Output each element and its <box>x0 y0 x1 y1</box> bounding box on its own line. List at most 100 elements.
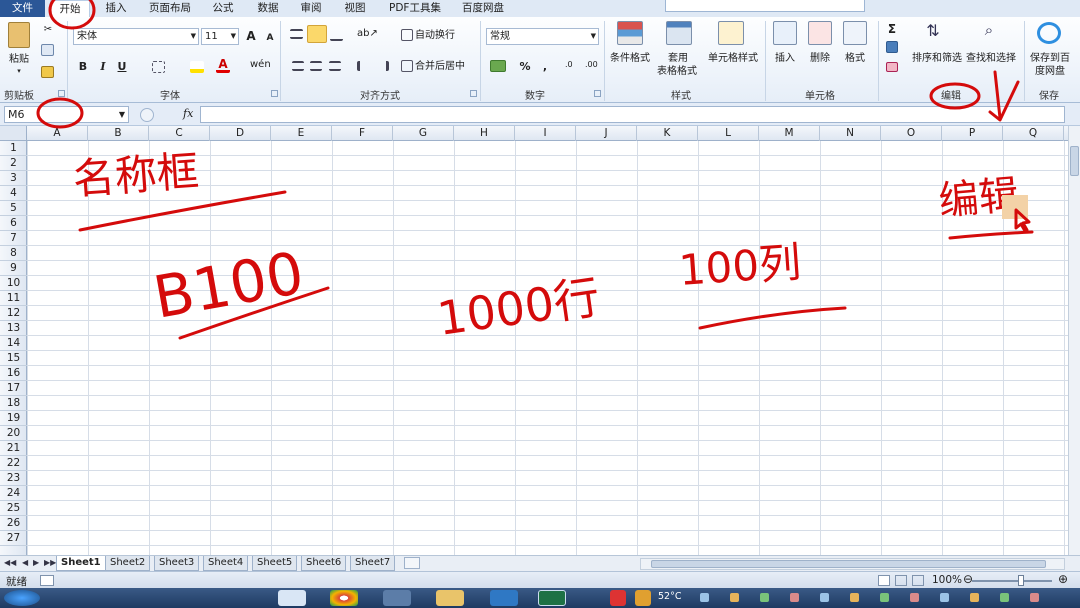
tray-icon[interactable] <box>880 593 889 602</box>
row-header[interactable]: 9 <box>0 261 27 276</box>
horizontal-scrollbar[interactable] <box>640 558 1065 570</box>
sheet-tab[interactable]: Sheet1 <box>56 556 106 571</box>
row-header[interactable]: 17 <box>0 381 27 396</box>
font-color-icon[interactable]: A <box>216 57 230 73</box>
cell-styles-button[interactable]: 单元格样式 <box>703 52 763 65</box>
wrap-text-icon[interactable] <box>401 29 413 41</box>
tray-icon[interactable] <box>940 593 949 602</box>
fill-icon[interactable] <box>886 41 898 53</box>
row-header[interactable]: 27 <box>0 531 27 546</box>
grow-font-button[interactable]: A <box>243 28 259 44</box>
row-header[interactable]: 12 <box>0 306 27 321</box>
tray-icon[interactable] <box>850 593 859 602</box>
shrink-font-button[interactable]: A <box>262 30 278 46</box>
formula-cancel-icon[interactable] <box>140 108 154 122</box>
tab-formulas[interactable]: 公式 <box>205 0 241 17</box>
tray-icon[interactable] <box>970 593 979 602</box>
tray-app-icon[interactable] <box>610 590 626 606</box>
clipboard-launcher-icon[interactable] <box>58 90 65 97</box>
tray-icon[interactable] <box>760 593 769 602</box>
prev-sheet-icon[interactable]: ◀ <box>22 558 28 567</box>
comma-button[interactable]: , <box>537 59 553 75</box>
find-select-icon[interactable]: ⌕ <box>978 21 1000 43</box>
tab-page-layout[interactable]: 页面布局 <box>145 0 195 17</box>
align-left-icon[interactable] <box>292 61 304 71</box>
column-header[interactable]: Q <box>1003 126 1064 141</box>
tray-icon[interactable] <box>820 593 829 602</box>
tab-review[interactable]: 审阅 <box>293 0 329 17</box>
tray-icon[interactable] <box>910 593 919 602</box>
next-sheet-icon[interactable]: ▶ <box>33 558 39 567</box>
row-header[interactable]: 14 <box>0 336 27 351</box>
font-size-combo[interactable]: 11 ▼ <box>201 28 239 45</box>
cut-icon[interactable]: ✂ <box>40 22 56 38</box>
column-header[interactable]: A <box>27 126 88 141</box>
paste-dropdown-icon[interactable]: ▾ <box>14 65 24 78</box>
save-baidu-label-top[interactable]: 保存到百 <box>1026 52 1074 65</box>
tray-icon[interactable] <box>700 593 709 602</box>
chrome-icon[interactable] <box>330 590 358 606</box>
normal-view-icon[interactable] <box>878 575 890 586</box>
sheet-tab[interactable]: Sheet5 <box>252 556 298 571</box>
decrease-decimal-icon[interactable]: .00 <box>585 60 601 72</box>
column-header[interactable]: N <box>820 126 881 141</box>
tray-app-icon[interactable] <box>635 590 651 606</box>
alignment-launcher-icon[interactable] <box>470 90 477 97</box>
folder-icon[interactable] <box>436 590 464 606</box>
row-header[interactable]: 6 <box>0 216 27 231</box>
percent-button[interactable]: % <box>517 59 533 75</box>
increase-decimal-icon[interactable]: .0 <box>565 60 581 72</box>
fill-color-icon[interactable] <box>190 61 204 73</box>
row-header[interactable]: 22 <box>0 456 27 471</box>
insert-cells-button[interactable]: 插入 <box>770 52 800 65</box>
format-as-table-label-bottom[interactable]: 表格格式 <box>651 65 703 78</box>
column-header[interactable]: O <box>881 126 942 141</box>
increase-indent-icon[interactable] <box>375 61 389 71</box>
row-header[interactable]: 5 <box>0 201 27 216</box>
column-header[interactable]: C <box>149 126 210 141</box>
insert-sheet-icon[interactable] <box>404 557 420 569</box>
row-header[interactable]: 21 <box>0 441 27 456</box>
row-header[interactable]: 7 <box>0 231 27 246</box>
start-button-icon[interactable] <box>4 590 40 606</box>
font-name-combo[interactable]: 宋体 ▼ <box>73 28 199 45</box>
baidu-cloud-icon[interactable] <box>1037 22 1061 44</box>
font-launcher-icon[interactable] <box>271 90 278 97</box>
delete-cells-button[interactable]: 删除 <box>805 52 835 65</box>
save-baidu-label-bottom[interactable]: 度网盘 <box>1026 65 1074 78</box>
tray-icon[interactable] <box>730 593 739 602</box>
row-header[interactable]: 3 <box>0 171 27 186</box>
paste-icon[interactable] <box>8 22 30 48</box>
column-header[interactable]: H <box>454 126 515 141</box>
italic-button[interactable]: I <box>95 59 111 75</box>
vertical-scrollbar[interactable] <box>1068 126 1080 555</box>
sort-filter-icon[interactable]: ⇅ <box>922 21 944 43</box>
align-center-icon[interactable] <box>310 61 322 71</box>
excel-icon[interactable] <box>538 590 566 606</box>
tab-pdf-tools[interactable]: PDF工具集 <box>380 0 450 17</box>
macro-record-icon[interactable] <box>40 575 54 586</box>
insert-function-button[interactable]: fx <box>183 107 193 120</box>
row-header[interactable]: 2 <box>0 156 27 171</box>
find-select-button[interactable]: 查找和选择 <box>962 52 1020 65</box>
row-header[interactable]: 10 <box>0 276 27 291</box>
cell-styles-icon[interactable] <box>718 21 744 45</box>
select-all-corner[interactable] <box>0 126 27 141</box>
column-header[interactable]: P <box>942 126 1003 141</box>
format-as-table-label-top[interactable]: 套用 <box>655 52 701 65</box>
name-box[interactable]: M6 ▼ <box>4 106 129 123</box>
worksheet-grid[interactable]: ABCDEFGHIJKLMNOPQ 1 2 3 4 5 6 7 8 9 10 11 12 13 14 15 1… <box>0 126 1068 555</box>
taskbar-app-icon[interactable] <box>490 590 518 606</box>
number-launcher-icon[interactable] <box>594 90 601 97</box>
tray-icon[interactable] <box>790 593 799 602</box>
column-header[interactable]: K <box>637 126 698 141</box>
taskbar-app-icon[interactable] <box>278 590 306 606</box>
format-painter-icon[interactable] <box>41 66 54 78</box>
merge-center-icon[interactable] <box>401 60 413 72</box>
row-header[interactable]: 11 <box>0 291 27 306</box>
currency-icon[interactable] <box>490 60 506 72</box>
horizontal-scroll-thumb[interactable] <box>651 560 1046 568</box>
phonetic-icon[interactable]: wén <box>250 59 271 73</box>
zoom-level[interactable]: 100% <box>932 574 962 586</box>
format-as-table-icon[interactable] <box>666 21 692 45</box>
